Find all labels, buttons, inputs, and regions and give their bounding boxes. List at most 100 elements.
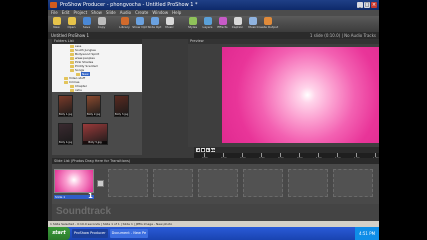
file-caption: Bolly 5.jpg (83, 141, 107, 144)
file-thumbnail[interactable]: Bolly 1.jpg (58, 95, 73, 117)
file-caption: Bolly 2.jpg (87, 113, 100, 116)
toolbar-button[interactable]: Slide Opt (148, 17, 161, 31)
slide-number: 1 (88, 192, 93, 200)
file-thumbnail[interactable]: Bolly 2.jpg (86, 95, 101, 117)
soundtrack-bar[interactable]: Soundtrack (52, 204, 379, 221)
toolbar-icon (233, 17, 242, 25)
minimize-button[interactable]: _ (357, 2, 363, 8)
folders-pane: Folders List ssss South Junglee Bollywood … (52, 39, 142, 155)
folder-icon (70, 44, 74, 48)
slide-list: Slide 1 1 (52, 164, 379, 204)
empty-slide-slot[interactable] (153, 169, 193, 197)
project-bar: Untitled ProShow 1 1 slide (0:10.0) | No… (48, 32, 379, 39)
playback-button[interactable]: ◀ (196, 148, 200, 152)
toolbar-label: Caption (231, 25, 244, 29)
toolbar-label: Open (67, 25, 76, 29)
file-thumbnails: Bolly 1.jpg Bolly 2.jpg Bolly 3.jpg Bolly 4… (52, 92, 142, 155)
maximize-button[interactable]: □ (364, 2, 370, 8)
preview-header: Preview (188, 39, 379, 44)
transition-icon[interactable] (97, 180, 104, 187)
toolbar-label: Save (82, 25, 91, 29)
empty-slide-slot[interactable] (198, 169, 238, 197)
toolbar-icon (263, 17, 272, 25)
folder-icon (70, 84, 74, 88)
project-info: 1 slide (0:10.0) | No Audio Tracks (309, 33, 376, 38)
folder-tree[interactable]: ssss South Junglee Bollywood Spirit www.peo… (52, 44, 142, 92)
toolbar-separator (110, 17, 116, 31)
playback-button[interactable]: ■ (201, 148, 205, 152)
toolbar-button[interactable]: Library (118, 17, 131, 31)
file-thumbnail[interactable]: Bolly 3.jpg (114, 95, 129, 117)
folder-icon (64, 80, 68, 84)
toolbar-icon (135, 17, 144, 25)
toolbar-label: Layers (202, 25, 213, 29)
toolbar-label: Music (165, 25, 174, 29)
toolbar-label: Slide Opt (147, 25, 162, 29)
taskbar: start ProShow Producer Document - New Pe… (48, 227, 379, 240)
folder-icon (70, 60, 74, 64)
toolbar-icon (248, 17, 257, 25)
file-caption: Bolly 1.jpg (59, 113, 72, 116)
file-caption: Bolly 4.jpg (59, 141, 72, 144)
toolbar-label: New (53, 25, 60, 29)
file-caption: Bolly 3.jpg (115, 113, 128, 116)
folder-icon (70, 48, 74, 52)
toolbar-button[interactable]: Caption (231, 17, 244, 31)
system-clock: 4:51 PM (355, 227, 379, 240)
title-bar: ProShow Producer - phongvocha - Untitled… (48, 0, 379, 10)
empty-slide-slot[interactable] (108, 169, 148, 197)
folder-icon (70, 64, 74, 68)
toolbar-icon (120, 17, 129, 25)
toolbar-icon (203, 17, 212, 25)
toolbar-button[interactable]: Save (80, 17, 93, 31)
toolbar-button[interactable]: Copy (95, 17, 108, 31)
folder-icon (70, 68, 74, 72)
soundtrack-label: Soundtrack (56, 206, 112, 217)
close-button[interactable]: × (371, 2, 377, 8)
folder-icon (70, 56, 74, 60)
toolbar-button[interactable]: Layers (201, 17, 214, 31)
toolbar-icon (67, 17, 76, 25)
slide-thumbnail[interactable] (54, 169, 94, 193)
toolbar-icon (165, 17, 174, 25)
preview-image (222, 47, 379, 143)
toolbar-button[interactable]: Show Opt (132, 17, 147, 31)
screen: ProShow Producer - phongvocha - Untitled… (48, 0, 379, 240)
toolbar-label: Music (248, 25, 257, 29)
empty-slide-slot[interactable] (333, 169, 373, 197)
toolbar-label: Copy (97, 25, 106, 29)
window-title: ProShow Producer - phongvocha - Untitled… (60, 2, 198, 8)
toolbar-icon (97, 17, 106, 25)
toolbar-button[interactable]: Effects (216, 17, 229, 31)
file-thumbnail[interactable]: Bolly 4.jpg (58, 123, 73, 145)
toolbar-label: Styles (187, 25, 198, 29)
toolbar-button[interactable]: Open (65, 17, 78, 31)
file-thumbnail[interactable]: Bolly 5.jpg (82, 123, 108, 145)
toolbar-separator (178, 17, 184, 31)
empty-slide-slot[interactable] (288, 169, 328, 197)
playback-button[interactable]: ▶ (206, 148, 210, 152)
start-button[interactable]: start (48, 227, 70, 240)
app-icon (50, 2, 57, 8)
toolbar-label: Library (119, 25, 130, 29)
toolbar-icon (150, 17, 159, 25)
taskbar-item-document[interactable]: Document - New Pe (109, 229, 149, 238)
toolbar-icon (188, 17, 197, 25)
folder-icon (64, 76, 68, 80)
taskbar-item-proshow[interactable]: ProShow Producer (72, 229, 108, 238)
playback-button[interactable]: ▶▶ (211, 148, 216, 152)
toolbar-button[interactable]: New (50, 17, 63, 31)
empty-slide-slot[interactable] (243, 169, 283, 197)
folder-icon (70, 52, 74, 56)
toolbar-label: Effects (217, 25, 228, 29)
toolbar-icon (82, 17, 91, 25)
toolbar-button[interactable]: Music (163, 17, 176, 31)
toolbar-label: Create Output (256, 25, 279, 29)
project-name: Untitled ProShow 1 (51, 33, 90, 38)
toolbar: New Open Save Copy Library Show Opt Slide Opt M… (48, 16, 379, 32)
toolbar-button[interactable]: Create Output (257, 17, 278, 31)
toolbar-icon (218, 17, 227, 25)
toolbar-button[interactable]: Styles (186, 17, 199, 31)
toolbar-icon (52, 17, 61, 25)
toolbar-label: Show Opt (132, 25, 147, 29)
